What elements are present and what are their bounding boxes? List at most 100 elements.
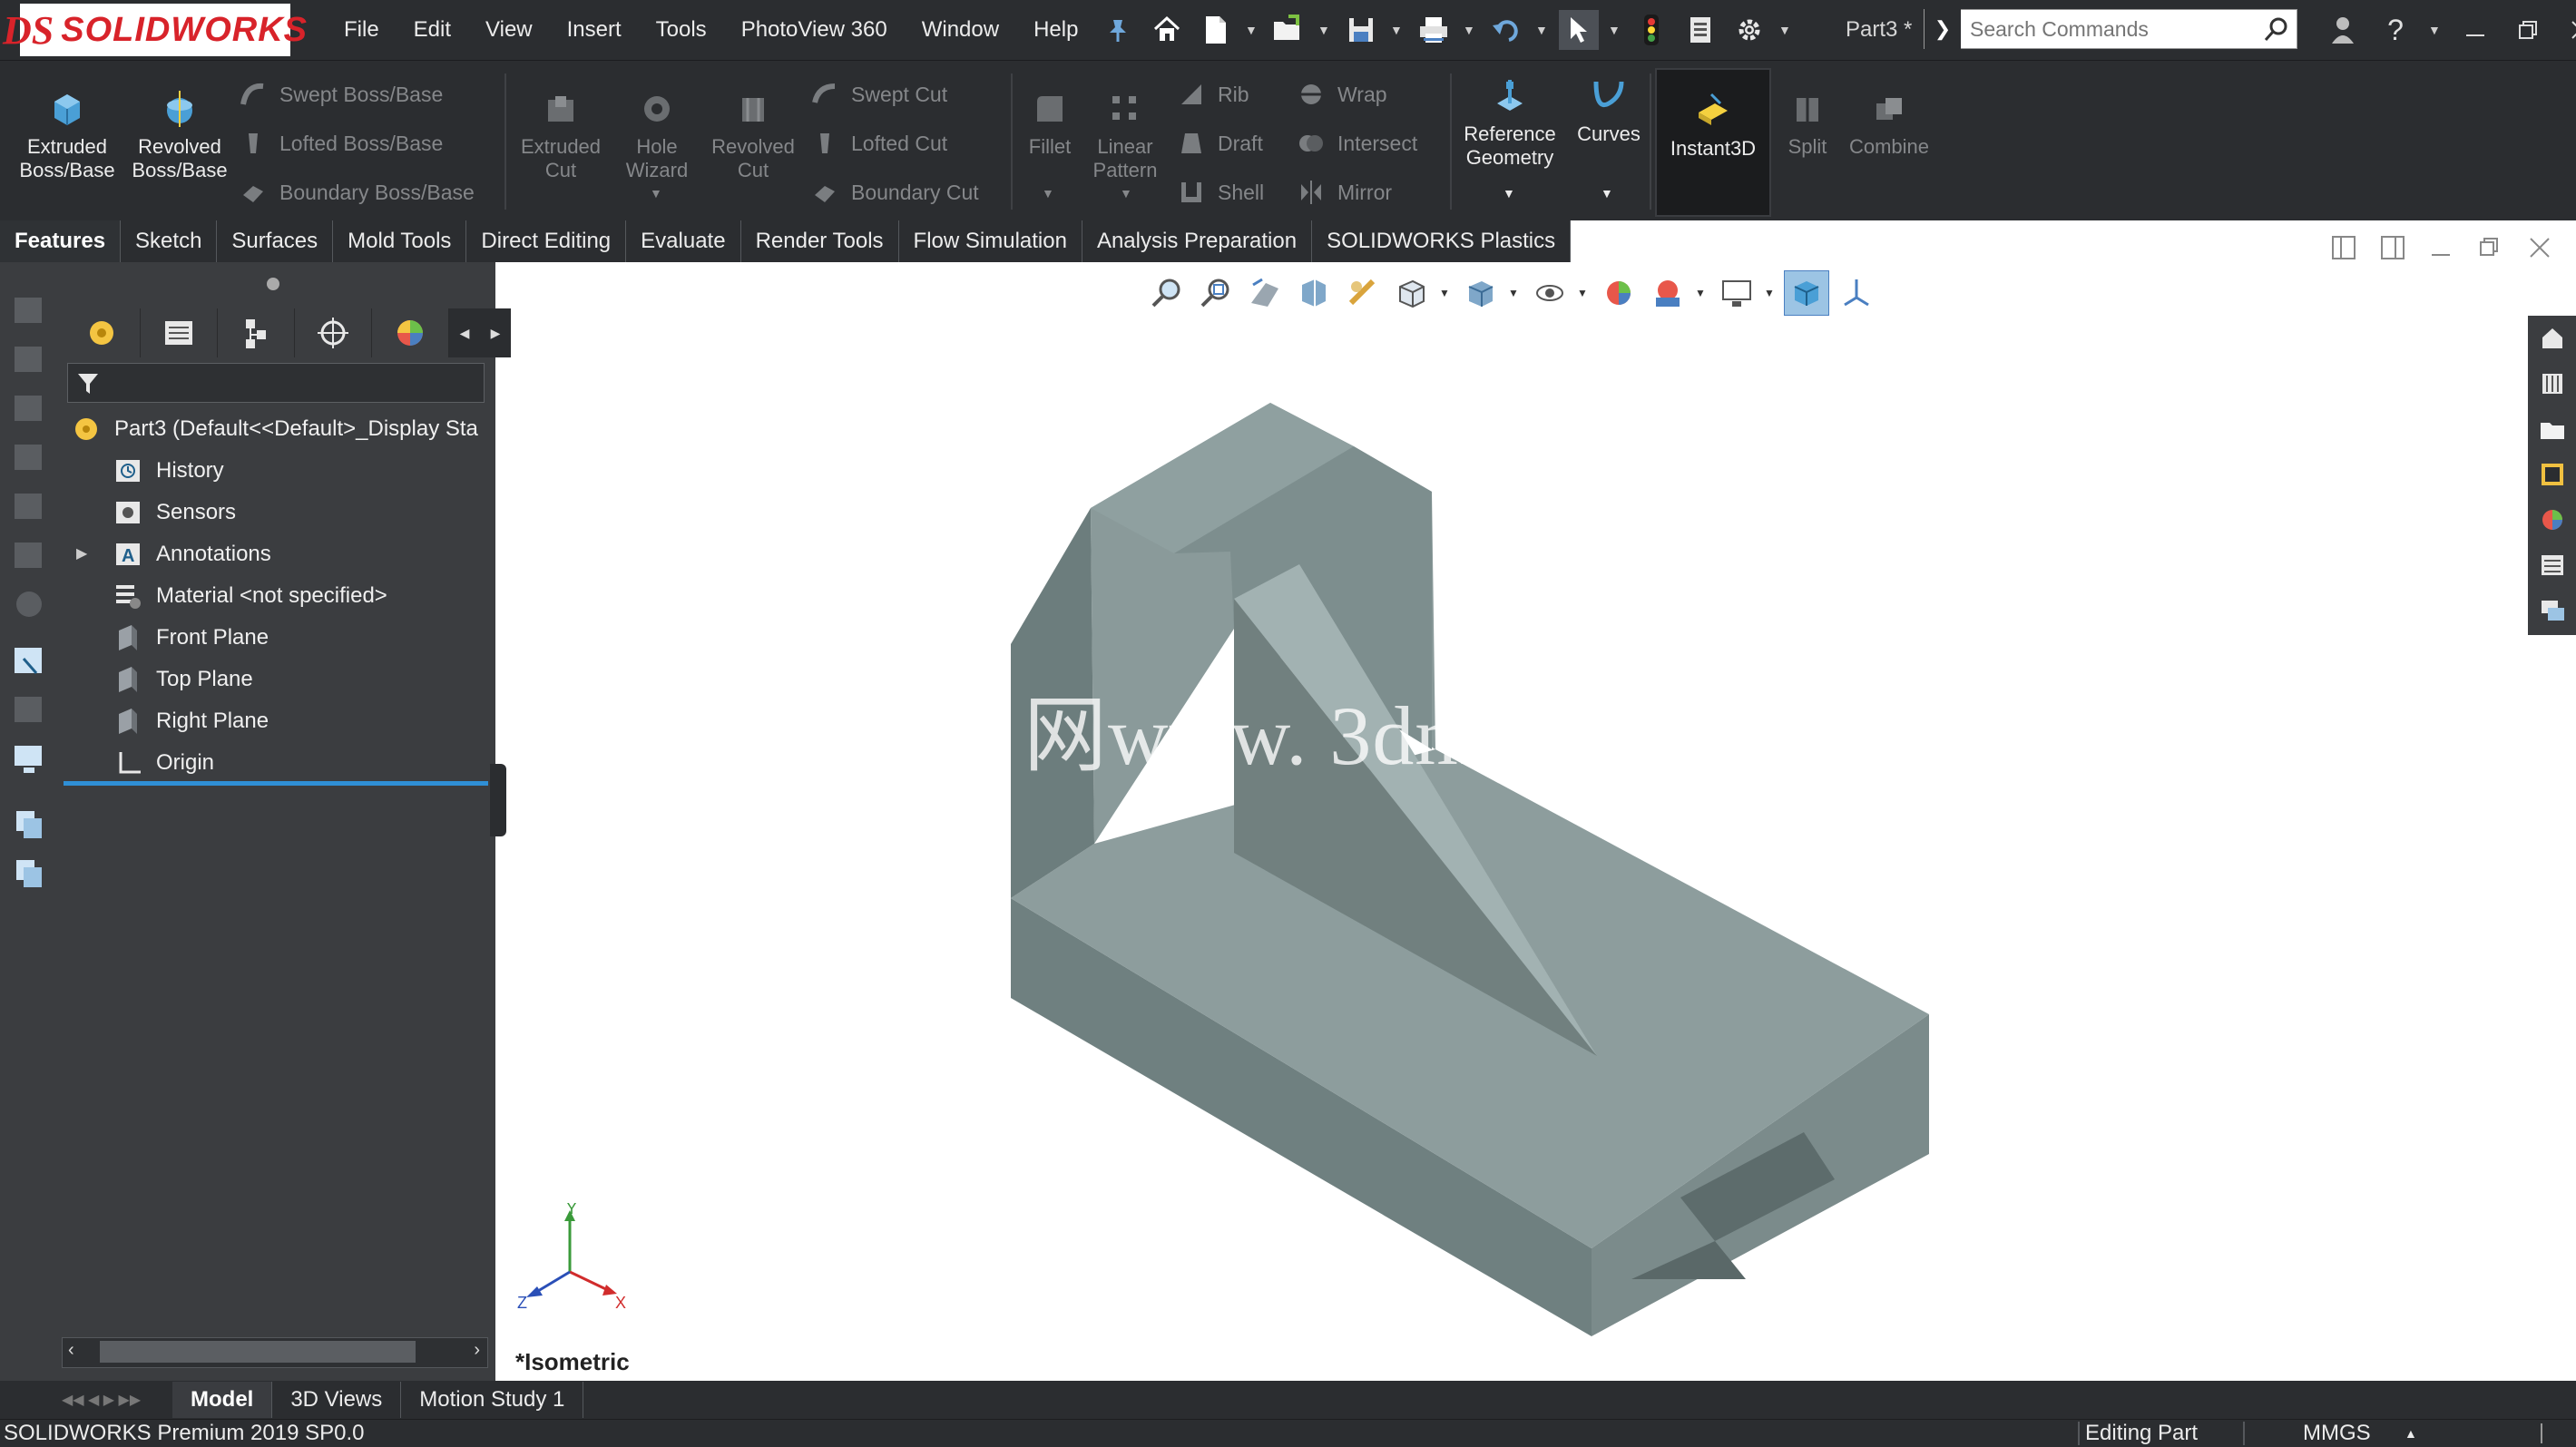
view-palette-icon[interactable] (2528, 452, 2576, 497)
menu-help[interactable]: Help (1016, 0, 1095, 60)
chevron-down-icon[interactable]: ▼ (1608, 23, 1622, 37)
tab-direct-editing[interactable]: Direct Editing (466, 220, 627, 262)
hide-show-items-icon[interactable] (1528, 271, 1572, 315)
panel-splitter-handle[interactable] (267, 278, 279, 290)
boundary-boss-base-button[interactable]: Boundary Boss/Base (238, 177, 475, 208)
combine-button[interactable]: Combine (1842, 86, 1936, 159)
search-commands-field[interactable]: ❯ (1924, 9, 2297, 49)
swept-cut-button[interactable]: Swept Cut (809, 79, 947, 110)
lofted-boss-base-button[interactable]: Lofted Boss/Base (238, 128, 443, 159)
copy-tool-icon[interactable] (11, 806, 47, 842)
menu-tools[interactable]: Tools (639, 0, 724, 60)
previous-view-icon[interactable] (1243, 271, 1287, 315)
tab-analysis-preparation[interactable]: Analysis Preparation (1082, 220, 1313, 262)
menu-insert[interactable]: Insert (550, 0, 639, 60)
search-input[interactable] (1961, 15, 2257, 43)
tree-item-front-plane[interactable]: Front Plane (111, 619, 269, 657)
tree-item-sensors[interactable]: Sensors (111, 494, 236, 532)
fillet-button[interactable]: Fillet (1018, 86, 1082, 159)
rebuild-traffic-light-icon[interactable] (1631, 10, 1671, 50)
toolbar-icon[interactable] (11, 691, 47, 728)
tabs-scroll-left-icon[interactable]: ◀ (449, 308, 480, 357)
user-account-icon[interactable] (2323, 10, 2363, 50)
chevron-down-icon[interactable]: ▼ (2428, 23, 2443, 37)
chevron-down-icon[interactable]: ▼ (1317, 23, 1332, 37)
chevron-down-icon[interactable]: ▼ (650, 186, 662, 200)
paste-tool-icon[interactable] (11, 855, 47, 891)
wrap-button[interactable]: Wrap (1296, 79, 1387, 110)
display-style-icon[interactable] (1459, 271, 1503, 315)
toolbar-icon[interactable] (11, 586, 47, 622)
zoom-to-fit-icon[interactable] (1145, 271, 1189, 315)
chevron-down-icon[interactable]: ▼ (1764, 287, 1778, 299)
configuration-manager-tab-icon[interactable] (218, 308, 295, 357)
reference-geometry-button[interactable]: Reference Geometry (1455, 73, 1564, 170)
chevron-down-icon[interactable]: ▼ (1042, 186, 1054, 200)
chevron-down-icon[interactable]: ▼ (1120, 186, 1132, 200)
save-icon[interactable] (1341, 10, 1381, 50)
minimize-icon[interactable] (2455, 10, 2495, 50)
toolbar-icon[interactable] (11, 537, 47, 573)
tree-item-right-plane[interactable]: Right Plane (111, 702, 269, 740)
help-icon[interactable]: ? (2375, 10, 2415, 50)
doc-close-icon[interactable] (2526, 234, 2553, 261)
tab-sketch[interactable]: Sketch (121, 220, 218, 262)
panel-collapse-handle[interactable] (490, 764, 506, 836)
tile-left-icon[interactable] (2330, 234, 2357, 261)
scrollbar-thumb[interactable] (100, 1341, 416, 1363)
undo-icon[interactable] (1486, 10, 1526, 50)
toolbar-icon[interactable] (11, 439, 47, 475)
chevron-down-icon[interactable]: ▼ (1245, 23, 1259, 37)
custom-properties-icon[interactable] (2528, 543, 2576, 588)
tab-3d-views[interactable]: 3D Views (272, 1382, 402, 1418)
close-icon[interactable] (2561, 10, 2576, 50)
solidworks-resources-icon[interactable] (2528, 316, 2576, 361)
realview-cube-icon[interactable] (1784, 270, 1829, 316)
chevron-down-icon[interactable]: ▼ (1577, 287, 1592, 299)
chevron-down-icon[interactable]: ▼ (1778, 23, 1793, 37)
tab-navigation-arrows[interactable]: ◀◀ ◀ ▶ ▶▶ (0, 1391, 172, 1409)
tree-item-origin[interactable]: Origin (111, 744, 214, 782)
menu-photoview[interactable]: PhotoView 360 (724, 0, 905, 60)
forum-icon[interactable] (2528, 588, 2576, 633)
triad-view-icon[interactable] (1835, 271, 1878, 315)
chevron-down-icon[interactable]: ▼ (1508, 287, 1523, 299)
display-manager-tab-icon[interactable] (372, 308, 449, 357)
chevron-down-icon[interactable]: ▼ (1439, 287, 1454, 299)
toolbar-icon[interactable] (11, 488, 47, 524)
feature-manager-tab-icon[interactable] (64, 308, 141, 357)
tab-features[interactable]: Features (0, 220, 122, 262)
file-properties-icon[interactable] (1680, 10, 1720, 50)
unit-system[interactable]: MMGS (2303, 1420, 2371, 1447)
revolved-cut-button[interactable]: Revolved Cut (702, 86, 804, 182)
doc-restore-icon[interactable] (2477, 234, 2504, 261)
tab-motion-study[interactable]: Motion Study 1 (401, 1382, 584, 1418)
menu-view[interactable]: View (468, 0, 550, 60)
swept-boss-base-button[interactable]: Swept Boss/Base (238, 79, 443, 110)
extruded-cut-button[interactable]: Extruded Cut (510, 86, 612, 182)
chevron-down-icon[interactable]: ▼ (1601, 186, 1613, 200)
tab-flow-simulation[interactable]: Flow Simulation (898, 220, 1082, 262)
file-explorer-icon[interactable] (2528, 406, 2576, 452)
view-orientation-icon[interactable] (1390, 271, 1434, 315)
view-settings-icon[interactable] (1715, 271, 1758, 315)
linear-pattern-button[interactable]: Linear Pattern (1078, 86, 1172, 182)
split-button[interactable]: Split (1780, 86, 1835, 159)
zoom-to-area-icon[interactable] (1194, 271, 1238, 315)
tab-surfaces[interactable]: Surfaces (217, 220, 334, 262)
tree-item-annotations[interactable]: A Annotations (111, 535, 271, 573)
lofted-cut-button[interactable]: Lofted Cut (809, 128, 947, 159)
part-model-3d[interactable] (998, 390, 1951, 1352)
curves-button[interactable]: Curves (1568, 73, 1650, 146)
open-folder-icon[interactable] (1268, 10, 1308, 50)
hole-wizard-button[interactable]: Hole Wizard (606, 86, 708, 182)
toolbar-icon[interactable] (11, 390, 47, 426)
feature-tree-root[interactable]: Part3 (Default<<Default>_Display Sta (69, 410, 478, 448)
dynamic-annotation-icon[interactable] (1341, 271, 1385, 315)
draft-button[interactable]: Draft (1176, 128, 1263, 159)
chevron-down-icon[interactable]: ▼ (1503, 186, 1515, 200)
scroll-right-icon[interactable]: › (474, 1340, 480, 1361)
toolbar-icon[interactable] (11, 292, 47, 328)
appearances-icon[interactable] (2528, 497, 2576, 543)
home-icon[interactable] (1147, 10, 1187, 50)
